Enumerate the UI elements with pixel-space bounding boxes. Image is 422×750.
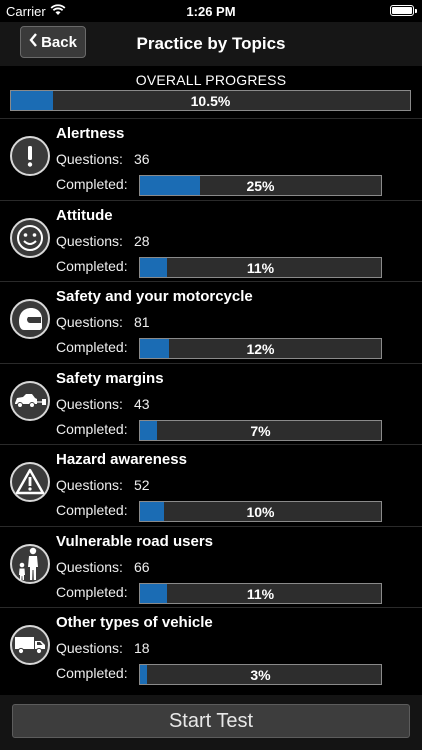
topic-title: Attitude <box>56 206 113 224</box>
completed-label: Completed: <box>56 502 128 518</box>
topic-title: Other types of vehicle <box>56 614 213 631</box>
overall-progress-bar: 10.5% <box>10 90 411 111</box>
topic-progress-bar: 10% <box>139 501 382 522</box>
questions-label: Questions: <box>56 232 123 249</box>
questions-count: 18 <box>134 640 150 656</box>
questions-count: 28 <box>134 232 150 249</box>
car-tow-icon <box>10 380 50 421</box>
completed-label: Completed: <box>56 339 128 355</box>
topic-progress-bar: 3% <box>139 664 382 685</box>
questions-label: Questions: <box>56 558 123 575</box>
topic-progress-bar: 11% <box>139 582 382 604</box>
smiley-icon <box>10 217 50 258</box>
warning-triangle-icon <box>10 462 50 502</box>
topic-row[interactable]: Other types of vehicle Questions: 18 Comple… <box>0 607 422 688</box>
topic-row[interactable]: Safety and your motorcycle Questions: 81 Co… <box>0 281 422 362</box>
topic-progress-text: 3% <box>250 667 271 683</box>
topic-row[interactable]: Attitude Questions: 28 Completed: 11% <box>0 199 422 281</box>
topic-title: Safety margins <box>56 369 164 387</box>
questions-label: Questions: <box>56 395 123 412</box>
topic-progress-bar: 12% <box>139 338 382 359</box>
topic-title: Safety and your motorcycle <box>56 288 253 305</box>
topic-progress-bar: 7% <box>139 419 382 441</box>
questions-label: Questions: <box>56 640 123 656</box>
completed-label: Completed: <box>56 176 128 192</box>
topic-title: Vulnerable road users <box>56 532 214 550</box>
topic-row[interactable]: Vulnerable road users Questions: 66 Complet… <box>0 525 422 607</box>
helmet-icon <box>10 299 50 339</box>
topic-progress-text: 10% <box>246 504 275 520</box>
battery-icon <box>390 5 417 16</box>
questions-label: Questions: <box>56 314 123 330</box>
exclamation-icon <box>10 136 50 176</box>
topic-progress-text: 11% <box>246 585 275 602</box>
topic-progress-bar: 11% <box>139 256 382 278</box>
status-time: 1:26 PM <box>186 4 236 19</box>
topic-row[interactable]: Safety margins Questions: 43 Completed: 7% <box>0 362 422 444</box>
truck-icon <box>10 625 50 665</box>
questions-count: 66 <box>134 558 150 575</box>
questions-label: Questions: <box>56 151 123 167</box>
topic-row[interactable]: Alertness Questions: 36 Completed: 25% <box>0 118 422 199</box>
questions-label: Questions: <box>56 477 123 493</box>
topic-title: Alertness <box>56 125 125 142</box>
completed-label: Completed: <box>56 665 128 681</box>
topic-progress-text: 25% <box>246 178 275 194</box>
topic-row[interactable]: Hazard awareness Questions: 52 Completed: 10… <box>0 444 422 525</box>
questions-count: 43 <box>134 395 150 412</box>
bottom-bar: Start Test <box>0 695 422 750</box>
completed-label: Completed: <box>56 420 128 437</box>
start-test-button[interactable]: Start Test <box>12 704 410 738</box>
topic-progress-text: 7% <box>250 422 271 439</box>
overall-progress-text: 10.5% <box>190 93 231 109</box>
topic-progress-text: 12% <box>246 341 275 357</box>
navigation-bar: Back Practice by Topics <box>0 22 422 66</box>
questions-count: 36 <box>134 151 150 167</box>
status-bar: Carrier 1:26 PM <box>0 0 422 22</box>
topic-progress-bar: 25% <box>139 175 382 196</box>
questions-count: 81 <box>134 314 150 330</box>
questions-count: 52 <box>134 477 150 493</box>
page-title: Practice by Topics <box>136 34 286 53</box>
completed-label: Completed: <box>56 583 128 600</box>
topic-title: Hazard awareness <box>56 451 187 468</box>
completed-label: Completed: <box>56 257 128 274</box>
pedestrians-icon <box>10 543 50 584</box>
overall-progress-label: OVERALL PROGRESS <box>135 72 287 88</box>
topic-progress-text: 11% <box>246 259 275 276</box>
